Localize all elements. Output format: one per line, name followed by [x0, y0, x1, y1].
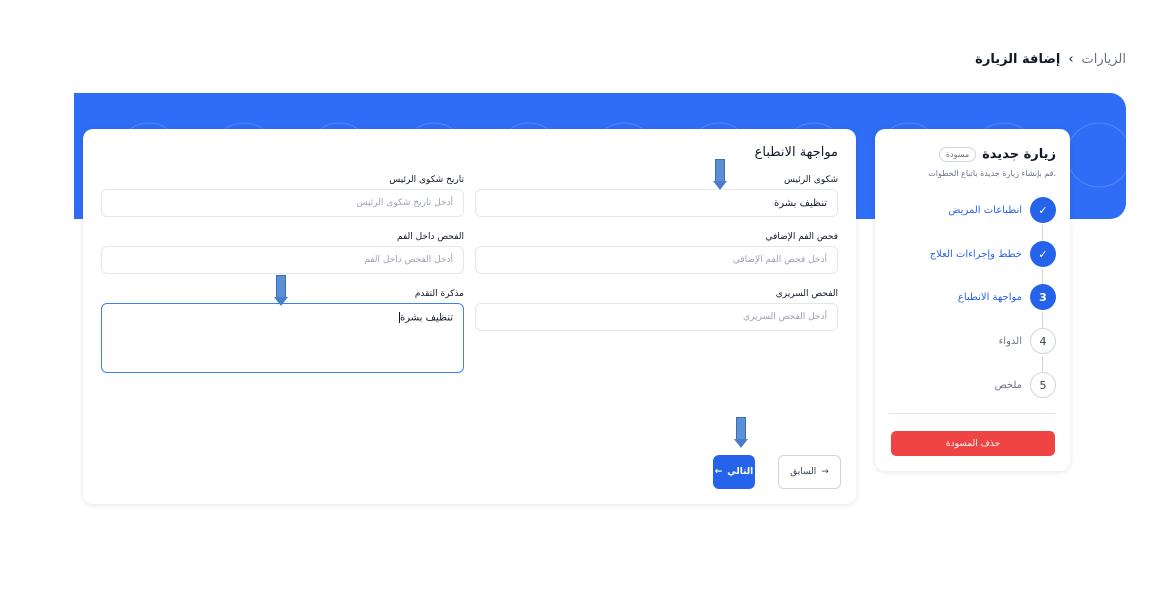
annotation-arrow-down-icon	[734, 417, 748, 448]
step-connector	[1042, 269, 1043, 285]
step-label: مواجهة الانطباع	[957, 291, 1022, 303]
step-number: 3	[1030, 284, 1056, 310]
stepper-subtitle: .قم بإنشاء زيارة جديدة باتباع الخطوات	[928, 169, 1056, 178]
progress-note-textarea[interactable]: تنظيف بشرة	[101, 303, 464, 373]
step-connector	[1042, 356, 1043, 372]
chief-complaint-label: شكوى الرئيس	[784, 175, 838, 185]
extra-oral-input[interactable]: أدخل فحص الفم الإضافي	[475, 246, 838, 274]
clinical-exam-label: الفحص السريري	[775, 289, 838, 299]
step-connector	[1042, 312, 1043, 328]
stepper-header: زيارة جديدة مسودة	[938, 147, 1056, 162]
arrow-right-icon: →	[821, 467, 829, 477]
check-icon: ✓	[1030, 241, 1056, 267]
progress-note-text: تنظيف بشرة	[399, 312, 453, 324]
draft-badge: مسودة	[938, 147, 977, 162]
intra-oral-label: الفحص داخل الفم	[396, 232, 464, 242]
check-icon: ✓	[1030, 197, 1056, 223]
breadcrumb-parent-link[interactable]: الزيارات	[1082, 52, 1126, 67]
annotation-arrow-down-icon	[713, 159, 727, 190]
step-3[interactable]: 3 مواجهة الانطباع	[958, 284, 1056, 310]
visit-stepper-card: زيارة جديدة مسودة .قم بإنشاء زيارة جديدة…	[875, 129, 1070, 471]
next-button[interactable]: التالي ←	[713, 455, 755, 489]
previous-button[interactable]: → السابق	[778, 455, 841, 489]
breadcrumb: الزيارات › إضافة الزيارة	[975, 52, 1126, 67]
chevron-icon: ›	[1068, 52, 1074, 67]
step-connector	[1042, 225, 1043, 241]
extra-oral-label: فحص الفم الإضافي	[765, 232, 838, 242]
step-label: ملخص	[994, 379, 1022, 391]
step-label: انطباعات المريض	[948, 204, 1022, 216]
divider	[889, 413, 1056, 414]
form-title: مواجهة الانطباع	[754, 145, 838, 160]
complaint-history-input[interactable]: أدخل تاريخ شكوى الرئيس	[101, 189, 464, 217]
step-4[interactable]: 4 الدواء	[999, 328, 1056, 354]
stepper-title: زيارة جديدة	[982, 147, 1056, 162]
next-button-label: التالي	[727, 467, 754, 477]
clinical-exam-input[interactable]: أدخل الفحص السريري	[475, 303, 838, 331]
step-number: 4	[1030, 328, 1056, 354]
step-label: خطط وإجراءات العلاج	[929, 248, 1022, 260]
step-1[interactable]: ✓ انطباعات المريض	[948, 197, 1056, 223]
arrow-left-icon: ←	[714, 467, 723, 477]
annotation-arrow-down-icon	[274, 275, 288, 306]
intra-oral-input[interactable]: أدخل الفحص داخل الفم	[101, 246, 464, 274]
chief-complaint-input[interactable]: تنظيف بشرة	[475, 189, 838, 217]
step-label: الدواء	[998, 335, 1022, 347]
progress-note-label: مذكرة التقدم	[414, 289, 464, 299]
step-number: 5	[1030, 372, 1056, 398]
previous-button-label: السابق	[790, 467, 817, 477]
step-2[interactable]: ✓ خطط وإجراءات العلاج	[930, 241, 1056, 267]
page-title: إضافة الزيارة	[975, 52, 1061, 67]
delete-draft-button[interactable]: حذف المسودة	[891, 431, 1055, 456]
complaint-history-label: تاريخ شكوى الرئيس	[389, 175, 464, 185]
step-5[interactable]: 5 ملخص	[995, 372, 1056, 398]
